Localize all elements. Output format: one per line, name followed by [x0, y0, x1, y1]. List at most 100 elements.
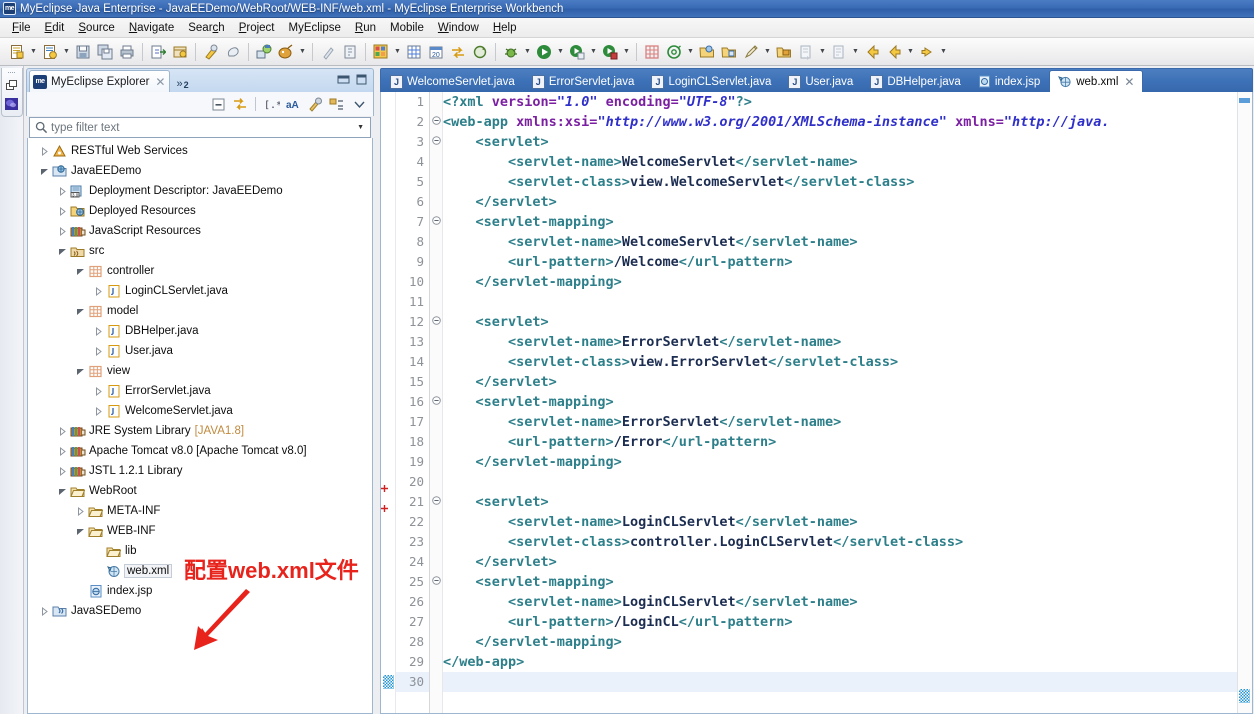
- code-line[interactable]: <url-pattern>/Error</url-pattern>: [443, 432, 1237, 452]
- code-line[interactable]: [443, 672, 1237, 692]
- new-annotation-icon[interactable]: [663, 41, 685, 63]
- code-line[interactable]: </servlet-mapping>: [443, 272, 1237, 292]
- menu-item-file[interactable]: File: [5, 20, 38, 36]
- menu-item-navigate[interactable]: Navigate: [122, 20, 181, 36]
- tree-item-jstl-1-2-1-library[interactable]: JSTL 1.2.1 Library: [28, 461, 372, 481]
- code-line[interactable]: [443, 292, 1237, 312]
- debug-icon[interactable]: [500, 41, 522, 63]
- refresh-icon[interactable]: [469, 41, 491, 63]
- fold-collapse-icon[interactable]: [430, 212, 442, 232]
- tree-item-dbhelper-java[interactable]: DBHelper.java: [28, 321, 372, 341]
- tree-item-loginclservlet-java[interactable]: LoginCLServlet.java: [28, 281, 372, 301]
- code-line[interactable]: </servlet>: [443, 372, 1237, 392]
- chevron-down-icon[interactable]: ▼: [555, 41, 566, 63]
- forward-icon[interactable]: [916, 41, 938, 63]
- open-folder-icon[interactable]: [696, 41, 718, 63]
- code-line[interactable]: [443, 472, 1237, 492]
- tree-item-controller[interactable]: controller: [28, 261, 372, 281]
- code-line[interactable]: <servlet-mapping>: [443, 572, 1237, 592]
- fold-collapse-icon[interactable]: [430, 132, 442, 152]
- menu-item-help[interactable]: Help: [486, 20, 524, 36]
- run-icon[interactable]: [533, 41, 555, 63]
- code-line[interactable]: </servlet>: [443, 192, 1237, 212]
- tree-item-web-inf[interactable]: WEB-INF: [28, 521, 372, 541]
- minimize-icon[interactable]: [337, 74, 350, 88]
- menu-item-search[interactable]: Search: [181, 20, 231, 36]
- open-resource-icon[interactable]: [718, 41, 740, 63]
- restore-perspective-icon[interactable]: [4, 77, 20, 93]
- fold-collapse-icon[interactable]: [430, 492, 442, 512]
- previous-marker-icon[interactable]: [828, 41, 850, 63]
- save-icon[interactable]: [72, 41, 94, 63]
- clean-icon[interactable]: [222, 41, 244, 63]
- package-presentation-icon[interactable]: [327, 94, 347, 114]
- chevron-down-icon[interactable]: ▼: [522, 41, 533, 63]
- chevron-right-icon[interactable]: [91, 381, 105, 401]
- chevron-down-icon[interactable]: ▼: [762, 41, 773, 63]
- chevron-right-icon[interactable]: [91, 341, 105, 361]
- overview-error-marker[interactable]: [1239, 98, 1250, 103]
- chevron-down-icon[interactable]: ▼: [61, 41, 72, 63]
- tree-item-webroot[interactable]: WebRoot: [28, 481, 372, 501]
- chevron-right-icon[interactable]: [55, 221, 69, 241]
- code-line[interactable]: <servlet>: [443, 312, 1237, 332]
- tree-item-user-java[interactable]: User.java: [28, 341, 372, 361]
- tree-item-deployment-descriptor-javaeedemo[interactable]: 3.0 Deployment Descriptor: JavaEEDemo: [28, 181, 372, 201]
- chevron-down-icon[interactable]: [73, 361, 87, 381]
- tree-item-view[interactable]: view: [28, 361, 372, 381]
- open-package-icon[interactable]: [773, 41, 795, 63]
- sync-icon[interactable]: [447, 41, 469, 63]
- code-line[interactable]: <servlet-name>LoginCLServlet</servlet-na…: [443, 512, 1237, 532]
- link-with-editor-icon[interactable]: [230, 94, 250, 114]
- chevron-down-icon[interactable]: ▼: [938, 41, 949, 63]
- chevron-right-icon[interactable]: [55, 441, 69, 461]
- back-history-icon[interactable]: [883, 41, 905, 63]
- menu-item-window[interactable]: Window: [431, 20, 486, 36]
- folding-ruler[interactable]: [430, 92, 443, 713]
- editor-tab-welcomeservlet-java[interactable]: J WelcomeServlet.java: [382, 71, 523, 92]
- search-input[interactable]: [49, 120, 355, 135]
- chevron-right-icon[interactable]: [91, 321, 105, 341]
- myeclipse-perspective-icon[interactable]: [4, 96, 20, 112]
- chevron-right-icon[interactable]: [73, 501, 87, 521]
- fold-collapse-icon[interactable]: [430, 392, 442, 412]
- chevron-down-icon[interactable]: ▼: [28, 41, 39, 63]
- annotation-ruler[interactable]: [381, 92, 396, 713]
- code-text-area[interactable]: <?xml version="1.0" encoding="UTF-8"?> <w…: [443, 92, 1237, 713]
- filter-text-box[interactable]: ▼: [29, 117, 371, 138]
- menu-item-edit[interactable]: Edit: [38, 20, 72, 36]
- code-line[interactable]: <servlet-name>WelcomeServlet</servlet-na…: [443, 152, 1237, 172]
- next-annotation-icon[interactable]: [795, 41, 817, 63]
- fold-collapse-icon[interactable]: [430, 312, 442, 332]
- editor-tab-dbhelper-java[interactable]: J DBHelper.java: [862, 71, 969, 92]
- chevron-down-icon[interactable]: ▼: [621, 41, 632, 63]
- chevron-down-icon[interactable]: [73, 261, 87, 281]
- tree-item-jre-system-library[interactable]: JRE System Library [JAVA1.8]: [28, 421, 372, 441]
- code-line[interactable]: <servlet-class>view.WelcomeServlet</serv…: [443, 172, 1237, 192]
- chevron-down-icon[interactable]: ▼: [297, 41, 308, 63]
- code-line[interactable]: <servlet-name>WelcomeServlet</servlet-na…: [443, 232, 1237, 252]
- close-icon[interactable]: ✕: [1124, 75, 1134, 89]
- back-icon[interactable]: [861, 41, 883, 63]
- chevron-down-icon[interactable]: ▼: [588, 41, 599, 63]
- new-class-icon[interactable]: [641, 41, 663, 63]
- code-line[interactable]: <?xml version="1.0" encoding="UTF-8"?>: [443, 92, 1237, 112]
- code-line[interactable]: <servlet-name>ErrorServlet</servlet-name…: [443, 332, 1237, 352]
- sort-icon[interactable]: aA: [283, 94, 303, 114]
- tree-item-apache-tomcat-v8-0-apache-tomcat-v8-0[interactable]: Apache Tomcat v8.0 [Apache Tomcat v8.0]: [28, 441, 372, 461]
- explorer-tab-overflow[interactable]: » 2: [170, 78, 194, 92]
- code-line[interactable]: <servlet-name>ErrorServlet</servlet-name…: [443, 412, 1237, 432]
- code-line[interactable]: <servlet-class>view.ErrorServlet</servle…: [443, 352, 1237, 372]
- editor-tab-loginclservlet-java[interactable]: J LoginCLServlet.java: [643, 71, 779, 92]
- editor-tab-user-java[interactable]: J User.java: [780, 71, 861, 92]
- fold-collapse-icon[interactable]: [430, 572, 442, 592]
- code-line[interactable]: <servlet-mapping>: [443, 212, 1237, 232]
- maximize-icon[interactable]: [356, 74, 367, 88]
- tree-item-errorservlet-java[interactable]: ErrorServlet.java: [28, 381, 372, 401]
- chevron-right-icon[interactable]: [91, 281, 105, 301]
- chevron-down-icon[interactable]: ▼: [354, 124, 367, 131]
- deploy-icon[interactable]: [253, 41, 275, 63]
- code-line[interactable]: <servlet-mapping>: [443, 392, 1237, 412]
- tree-item-meta-inf[interactable]: META-INF: [28, 501, 372, 521]
- menu-item-myeclipse[interactable]: MyEclipse: [281, 20, 347, 36]
